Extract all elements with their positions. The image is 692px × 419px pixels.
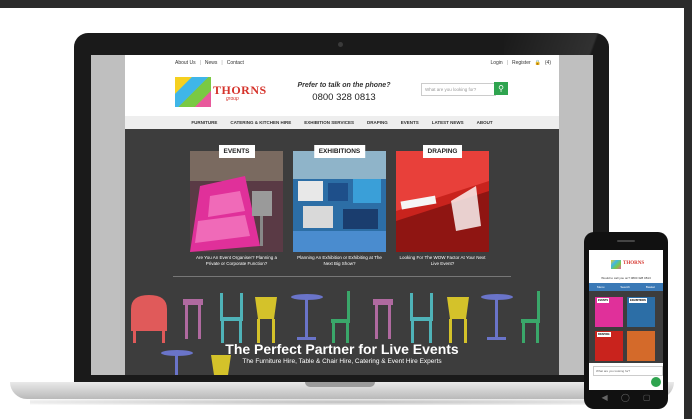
events-image xyxy=(190,151,283,252)
separator: | xyxy=(221,60,223,66)
mobile-logo-image xyxy=(611,260,621,269)
mobile-events-card[interactable]: EVENTS xyxy=(595,297,623,327)
phone-buttons: ◀ ◯ ▢ xyxy=(595,392,657,404)
events-label: EVENTS xyxy=(218,145,255,158)
nav-draping[interactable]: DRAPING xyxy=(367,116,388,129)
right-frame-band xyxy=(684,0,692,419)
utility-bar: About Us | News | Contact Login | Register … xyxy=(175,60,551,70)
about-us-link[interactable]: About Us xyxy=(175,60,196,66)
phone-prompt: Prefer to talk on the phone? xyxy=(297,82,391,89)
register-link[interactable]: Register xyxy=(512,60,531,66)
nav-catering[interactable]: CATERING & KITCHEN HIRE xyxy=(230,116,291,129)
website: About Us | News | Contact Login | Register … xyxy=(125,55,559,375)
nav-latest-news[interactable]: LATEST NEWS xyxy=(432,116,464,129)
separator: | xyxy=(199,60,201,66)
logo-subtext: group xyxy=(226,96,239,102)
nav-about[interactable]: ABOUT xyxy=(477,116,493,129)
login-link[interactable]: Login xyxy=(490,60,502,66)
mobile-draping-label: DRAPING xyxy=(597,332,611,337)
table-icon xyxy=(291,294,323,340)
separator: | xyxy=(506,60,509,66)
laptop-shadow xyxy=(30,399,654,405)
exhibitions-image xyxy=(293,151,386,252)
mobile-menu-button[interactable]: Menu xyxy=(597,283,605,291)
nav-exhibition-services[interactable]: EXHIBITION SERVICES xyxy=(304,116,354,129)
chair-icon xyxy=(331,291,350,343)
top-frame-band xyxy=(0,0,692,8)
search-icon: ⚲ xyxy=(498,84,504,93)
nav-furniture[interactable]: FURNITURE xyxy=(191,116,217,129)
mobile-search-button[interactable]: Search xyxy=(620,283,630,291)
mobile-events-label: EVENTS xyxy=(597,298,610,303)
mobile-basket-button[interactable]: Basket xyxy=(646,283,655,291)
mobile-chat-icon[interactable] xyxy=(651,377,661,387)
chair-icon xyxy=(220,293,243,343)
mobile-phone-line: Would to call you on? 0800 328 0813 xyxy=(601,276,651,280)
logo-image[interactable] xyxy=(175,77,211,107)
exhibitions-label: EXHIBITIONS xyxy=(313,145,366,158)
mobile-hero: EVENTS EXHIBITIONS DRAPING xyxy=(589,291,663,363)
main-nav: FURNITURE CATERING & KITCHEN HIRE EXHIBI… xyxy=(125,116,559,129)
mobile-exhibitions-card[interactable]: EXHIBITIONS xyxy=(627,297,655,327)
hero-section: EVENTS Are You An Event Organiser? Plann… xyxy=(125,129,559,375)
recent-apps-icon[interactable]: ▢ xyxy=(643,392,651,404)
stool-icon xyxy=(183,299,203,339)
events-caption: Are You An Event Organiser? Planning a P… xyxy=(195,255,278,266)
nav-events[interactable]: EVENTS xyxy=(401,116,419,129)
chair-icon xyxy=(521,291,540,343)
laptop-notch xyxy=(305,382,375,387)
hero-subline: The Furniture Hire, Table & Chair Hire, … xyxy=(242,358,442,365)
laptop-camera xyxy=(338,42,343,47)
exhibitions-caption: Planning An Exhibition or Exhibiting at … xyxy=(297,255,382,266)
search-button[interactable]: ⚲ xyxy=(494,82,508,95)
mobile-menu-bar: Menu Search Basket xyxy=(589,283,663,291)
mobile-logo-text[interactable]: THORNS xyxy=(623,261,644,266)
hero-headline: The Perfect Partner for Live Events xyxy=(225,341,459,357)
home-icon[interactable]: ◯ xyxy=(621,392,630,404)
back-icon[interactable]: ◀ xyxy=(602,392,608,404)
events-card[interactable]: EVENTS Are You An Event Organiser? Plann… xyxy=(190,145,283,266)
table-icon xyxy=(481,294,513,340)
mobile-promo-card[interactable] xyxy=(627,331,655,361)
chair-icon xyxy=(255,297,277,343)
contact-link[interactable]: Contact xyxy=(227,60,244,66)
search-input[interactable]: What are you looking for? xyxy=(421,83,496,96)
draping-card[interactable]: DRAPING Looking For The WOW Factor At Yo… xyxy=(396,145,489,266)
chair-icon xyxy=(410,293,433,343)
section-divider xyxy=(173,276,511,277)
mobile-search-input[interactable]: What are you looking for? xyxy=(593,366,663,376)
basket-count: (4) xyxy=(544,60,551,66)
draping-caption: Looking For The WOW Factor At Your Next … xyxy=(399,255,486,266)
draping-label: DRAPING xyxy=(422,145,463,158)
stool-icon xyxy=(373,299,393,339)
chair-icon xyxy=(447,297,469,343)
mobile-exhibitions-label: EXHIBITIONS xyxy=(629,298,647,303)
mobile-draping-card[interactable]: DRAPING xyxy=(595,331,623,361)
exhibitions-card[interactable]: EXHIBITIONS Planning An Exhibition or Ex… xyxy=(293,145,386,266)
basket-icon[interactable]: 🔒 xyxy=(535,60,541,66)
logo-text[interactable]: THORNS xyxy=(213,83,267,98)
draping-image xyxy=(396,151,489,252)
laptop-screen: About Us | News | Contact Login | Register … xyxy=(91,55,593,375)
mobile-screen: THORNS Would to call you on? 0800 328 08… xyxy=(589,250,663,390)
phone-number[interactable]: 0800 328 0813 xyxy=(295,92,393,103)
phone-speaker xyxy=(617,240,635,242)
news-link[interactable]: News xyxy=(205,60,218,66)
armchair-icon xyxy=(131,295,167,343)
